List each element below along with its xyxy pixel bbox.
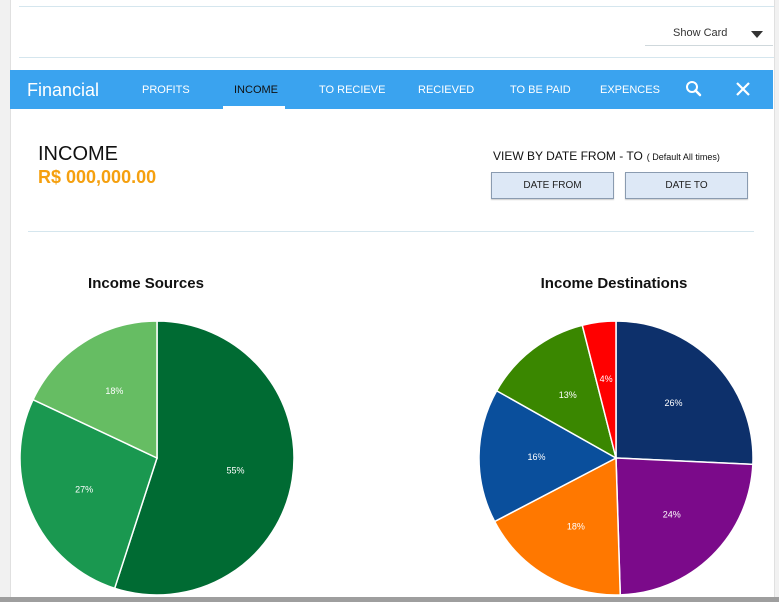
income-destinations-slice-label-0: 26% <box>664 398 682 408</box>
bottom-scrollbar <box>0 597 779 602</box>
income-destinations-slice-0 <box>615 320 754 466</box>
income-destinations-slice-label-4: 13% <box>559 390 577 400</box>
income-sources-slice-label-2: 18% <box>105 386 123 396</box>
income-destinations-slice-label-2: 18% <box>567 522 585 532</box>
income-sources-pie: 55% 27% 18% <box>19 320 295 596</box>
pie-charts-canvas: 55% 27% 18% 26% 24% 18% 16% 13% 4% <box>19 320 754 596</box>
income-destinations-slice-label-3: 16% <box>528 452 546 462</box>
income-sources-slice-label-1: 27% <box>75 485 93 495</box>
income-destinations-pie: 26% 24% 18% 16% 13% 4% <box>478 320 754 596</box>
income-sources-slice-label-0: 55% <box>226 465 244 475</box>
income-destinations-slice-label-1: 24% <box>663 510 681 520</box>
income-destinations-slice-1 <box>615 457 754 596</box>
income-destinations-slice-label-5: 4% <box>600 374 613 384</box>
